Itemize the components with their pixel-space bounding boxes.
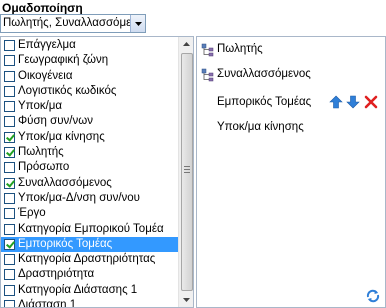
move-up-button[interactable] — [329, 95, 343, 109]
field-list-item[interactable]: Πρόσωπο — [1, 160, 178, 175]
scroll-down-button[interactable] — [179, 293, 193, 307]
field-list-item[interactable]: Συναλλασσόμενος — [1, 176, 178, 191]
group-by-title: Ομαδοποίηση — [2, 1, 83, 15]
field-list-item[interactable]: Εμπορικός Τομέας — [1, 236, 178, 253]
chevron-down-icon — [134, 21, 142, 26]
field-checkbox[interactable] — [4, 238, 15, 250]
field-checkbox[interactable] — [4, 40, 15, 51]
field-label: Φύση συν/νων — [18, 115, 93, 128]
field-list-item[interactable]: Έργο — [1, 206, 178, 221]
field-checkbox[interactable] — [4, 116, 15, 128]
vertical-scrollbar[interactable] — [178, 37, 193, 307]
dropdown-button[interactable] — [130, 15, 145, 32]
remove-x-icon — [364, 95, 378, 109]
selected-grouping-panel: Πωλητής Συναλλασσόμενος Εμπορικός Τομέας Υπ… — [196, 36, 386, 308]
field-list-item[interactable]: Διάσταση 1 — [1, 298, 178, 308]
scroll-up-button[interactable] — [179, 37, 193, 51]
field-list-item[interactable]: Υποκ/μα — [1, 99, 178, 114]
field-list-item[interactable]: Κατηγορία Δραστηριότητας — [1, 252, 178, 267]
field-label: Εμπορικός Τομέας — [18, 237, 113, 250]
field-list-item[interactable]: Φύση συν/νων — [1, 114, 178, 129]
field-checkbox[interactable] — [4, 192, 15, 204]
grouping-item-label: Πωλητής — [217, 43, 263, 55]
grouping-item-label: Υποκ/μα κίνησης — [217, 121, 304, 133]
field-label: Κατηγορία Εμπορικού Τομέα — [18, 222, 164, 235]
refresh-icon — [366, 289, 380, 303]
grouping-item-label: Εμπορικός Τομέας — [217, 96, 312, 108]
field-list-item[interactable]: Επάγγελμα — [1, 38, 178, 53]
field-label: Κατηγορία Δραστηριότητας — [18, 253, 156, 266]
field-label: Κατηγορία Διάστασης 1 — [18, 283, 138, 296]
field-label: Επάγγελμα — [18, 39, 76, 51]
field-checkbox[interactable] — [4, 85, 15, 97]
field-label: Υποκ/μα — [18, 100, 63, 113]
field-label: Πωλητής — [18, 146, 64, 159]
tree-hierarchy-icon — [201, 68, 214, 82]
field-checkbox[interactable] — [4, 101, 15, 113]
field-checkbox[interactable] — [4, 70, 15, 82]
field-list-item[interactable]: Κατηγορία Διάστασης 1 — [1, 283, 178, 298]
grouping-combo[interactable]: Πωλητής, Συναλλασσόμενος — [0, 14, 146, 33]
field-label: Συναλλασσόμενος — [18, 176, 112, 189]
arrow-down-icon — [346, 95, 360, 109]
chevron-down-icon — [183, 298, 190, 302]
field-label: Υποκ/μα κίνησης — [18, 130, 105, 143]
chevron-up-icon — [183, 42, 190, 46]
field-list-item[interactable]: Υποκ/μα κίνησης — [1, 130, 178, 145]
field-checkbox[interactable] — [4, 300, 15, 307]
field-list-item[interactable]: Κατηγορία Εμπορικού Τομέα — [1, 222, 178, 237]
field-label: Έργο — [18, 207, 46, 220]
available-fields-list: Επάγγελμα Γεωγραφική ζώνη Οικογένεια Λογιστ… — [1, 38, 178, 308]
field-label: Οικογένεια — [18, 69, 73, 82]
field-label: Δραστηριότητα — [18, 268, 95, 281]
field-checkbox[interactable] — [4, 269, 15, 281]
field-list-item[interactable]: Υποκ/μα-Δ/νση συν/νου — [1, 191, 178, 206]
field-list-item[interactable]: Δραστηριότητα — [1, 267, 178, 282]
remove-button[interactable] — [364, 95, 378, 109]
arrow-up-icon — [329, 95, 343, 109]
field-label: Γεωγραφική ζώνη — [18, 54, 109, 67]
available-fields-panel: Επάγγελμα Γεωγραφική ζώνη Οικογένεια Λογιστ… — [0, 36, 194, 308]
field-list-item[interactable]: Οικογένεια — [1, 69, 178, 84]
field-list-item[interactable]: Λογιστικός κωδικός — [1, 84, 178, 99]
field-checkbox[interactable] — [4, 131, 15, 143]
field-list-item[interactable]: Γεωγραφική ζώνη — [1, 53, 178, 68]
field-label: Πρόσωπο — [18, 161, 70, 174]
field-label: Λογιστικός κωδικός — [18, 84, 117, 97]
grouping-combo-value: Πωλητής, Συναλλασσόμενος — [3, 17, 133, 29]
move-down-button[interactable] — [346, 95, 360, 109]
refresh-button[interactable] — [365, 288, 381, 304]
grouping-item-label: Συναλλασσόμενος — [217, 68, 311, 80]
field-checkbox[interactable] — [4, 55, 15, 67]
scroll-thumb[interactable] — [181, 53, 193, 291]
field-checkbox[interactable] — [4, 284, 15, 296]
field-checkbox[interactable] — [4, 177, 15, 189]
tree-hierarchy-icon — [201, 43, 214, 57]
field-checkbox[interactable] — [4, 254, 15, 266]
field-checkbox[interactable] — [4, 147, 15, 159]
field-label: Υποκ/μα-Δ/νση συν/νου — [18, 191, 140, 204]
field-checkbox[interactable] — [4, 208, 15, 220]
field-checkbox[interactable] — [4, 223, 15, 235]
field-checkbox[interactable] — [4, 162, 15, 174]
field-label: Διάσταση 1 — [18, 299, 77, 308]
field-list-item[interactable]: Πωλητής — [1, 145, 178, 160]
